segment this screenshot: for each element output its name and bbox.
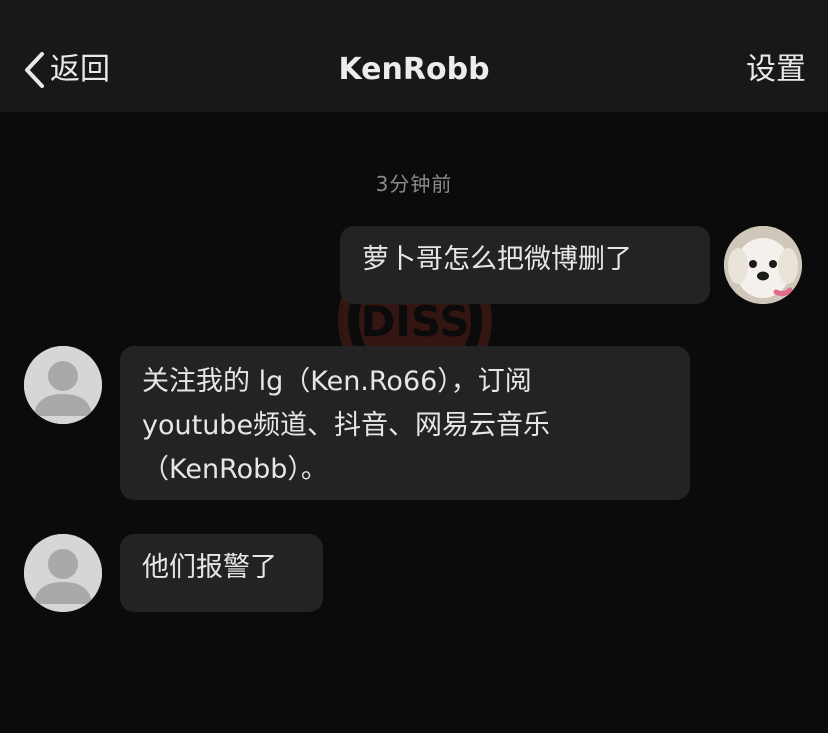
back-label: 返回: [50, 52, 110, 87]
message-list[interactable]: 3分钟前 DISS 嘻笑堂 萝卜哥怎么把微博删了: [0, 112, 828, 733]
conversation-title: KenRobb: [338, 52, 490, 87]
message-bubble-outgoing[interactable]: 萝卜哥怎么把微博删了: [340, 226, 710, 304]
chevron-left-icon: [25, 52, 44, 88]
chat-screen: 返回 KenRobb 设置 3分钟前 DISS 嘻笑堂 萝卜哥怎么把微博删了: [0, 0, 828, 733]
default-user-icon: [24, 346, 102, 424]
message-text-line-2: youtube频道、抖音、网易云音乐: [142, 410, 551, 441]
navigation-bar: 返回 KenRobb 设置: [0, 0, 828, 112]
contact-avatar[interactable]: [24, 346, 102, 424]
message-text: 萝卜哥怎么把微博删了: [362, 244, 632, 275]
message-bubble-incoming[interactable]: 关注我的 lg（Ken.Ro66），订阅 youtube频道、抖音、网易云音乐 …: [120, 346, 690, 500]
settings-button[interactable]: 设置: [746, 48, 806, 92]
my-avatar[interactable]: [724, 226, 802, 304]
back-button[interactable]: 返回: [22, 48, 110, 92]
message-bubble-incoming[interactable]: 他们报警了: [120, 534, 323, 612]
dog-avatar-icon: [724, 226, 802, 304]
message-text: 他们报警了: [142, 552, 277, 583]
message-text-line-1: 关注我的 lg（Ken.Ro66），订阅: [142, 366, 532, 397]
message-text-line-3: （KenRobb）。: [142, 454, 328, 485]
message-timestamp: 3分钟前: [375, 172, 453, 196]
watermark-logo-text: DISS: [360, 297, 469, 346]
default-user-icon: [24, 534, 102, 612]
contact-avatar[interactable]: [24, 534, 102, 612]
